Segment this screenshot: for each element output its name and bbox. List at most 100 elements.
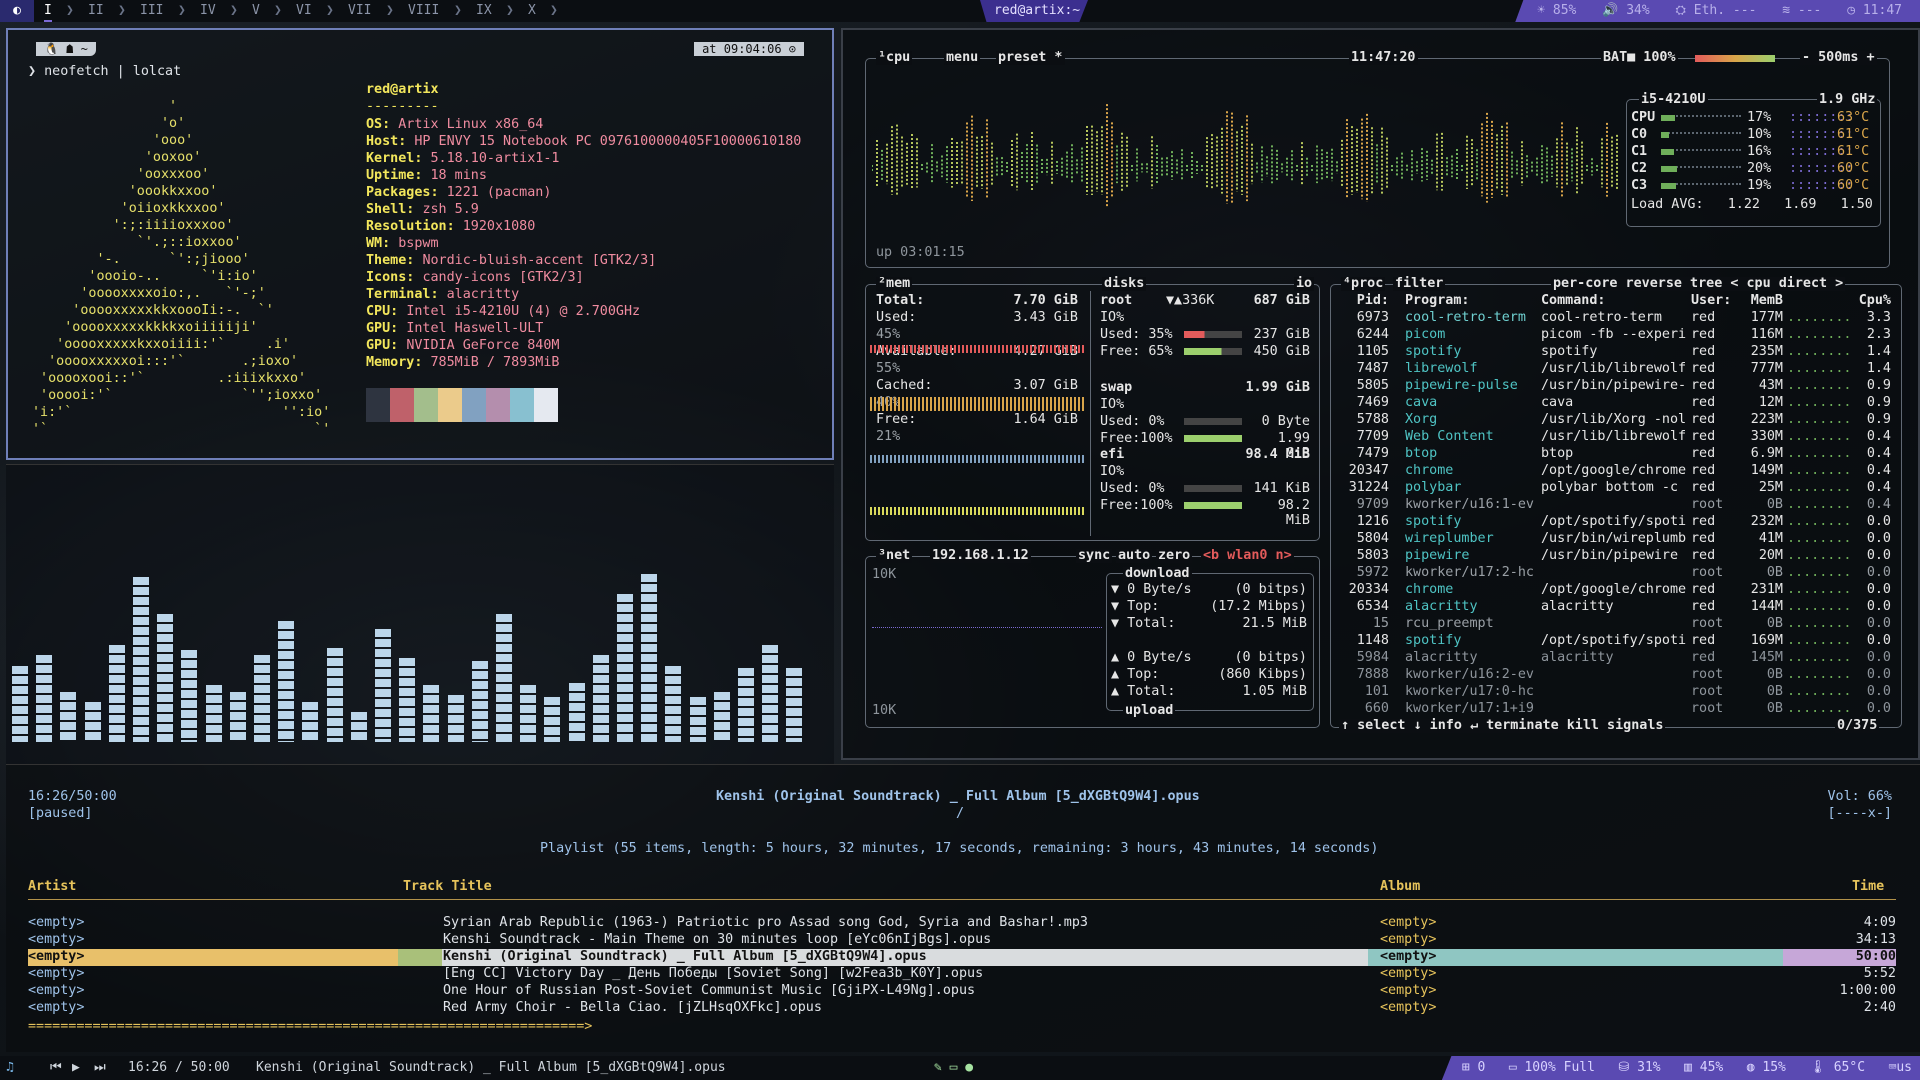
process-cell: 0B bbox=[1766, 616, 1783, 631]
playlist-column-header[interactable]: Album bbox=[1380, 879, 1420, 894]
workspace-7[interactable]: VII bbox=[348, 0, 371, 22]
neofetch-terminal[interactable]: 🐧 ☗ ~ at 09:04:06 ⊙ ❯ neofetch | lolcat … bbox=[6, 28, 834, 460]
info-value: HP ENVY 15 Notebook PC 0976100000405F100… bbox=[414, 134, 802, 149]
preset-button[interactable]: preset * bbox=[996, 51, 1065, 65]
info-key: WM: bbox=[366, 236, 399, 251]
process-row[interactable]: 15 rcu_preempt root 0B 0.0........ bbox=[1331, 616, 1891, 633]
net-label[interactable]: ³net bbox=[876, 549, 913, 563]
disks-label[interactable]: disks bbox=[1102, 277, 1147, 291]
proc-column-header[interactable]: MemB bbox=[1739, 293, 1783, 308]
volume-status[interactable]: 🔊 34% bbox=[1602, 3, 1650, 18]
mem-usage-graph bbox=[870, 397, 1084, 411]
workspace-3[interactable]: III bbox=[140, 0, 163, 22]
process-row[interactable]: 5805 pipewire-pulse/usr/bin/pipewire-red 4… bbox=[1331, 378, 1891, 395]
playlist-column-header[interactable]: Time bbox=[1852, 879, 1884, 894]
previous-button[interactable]: ⏮ bbox=[50, 1056, 62, 1080]
info-key: Memory: bbox=[366, 355, 431, 370]
playlist-row[interactable]: <empty> Kenshi Soundtrack - Main Theme on… bbox=[28, 932, 1896, 949]
workspace-10[interactable]: X bbox=[528, 0, 536, 22]
interval-control[interactable]: - 500ms + bbox=[1800, 51, 1877, 65]
playlist-row[interactable]: <empty> [Eng CC] Victory Day _ День Побед… bbox=[28, 966, 1896, 983]
playlist-row[interactable]: <empty> Red Army Choir - Bella Ciao. [jZL… bbox=[28, 1000, 1896, 1017]
visualizer-bar bbox=[326, 648, 343, 742]
ethernet-status[interactable]: ⛭ Eth. --- bbox=[1676, 3, 1757, 18]
process-row[interactable]: 6973 cool-retro-term cool-retro-term red 177… bbox=[1331, 310, 1891, 327]
zero-toggle[interactable]: zero bbox=[1156, 549, 1193, 563]
menu-logo-icon[interactable]: ◐ bbox=[0, 0, 34, 22]
process-row[interactable]: 6244 picom picom -fb --experi red 116M 2.3...… bbox=[1331, 327, 1891, 344]
process-row[interactable]: 7479 btop btop red 6.9M 0.4........ bbox=[1331, 446, 1891, 463]
proc-label[interactable]: ⁴proc bbox=[1341, 277, 1386, 291]
proc-footer[interactable]: ↑ select ↓ info ↵ terminate kill signals bbox=[1339, 719, 1666, 733]
proc-column-header[interactable]: User: bbox=[1691, 293, 1731, 308]
workspace-4[interactable]: IV bbox=[200, 0, 216, 22]
process-row[interactable]: 1148 spotify/opt/spotify/spoti red 169M 0.0.… bbox=[1331, 633, 1891, 650]
player-flags[interactable]: [----x-] bbox=[1828, 806, 1893, 821]
playlist-row-selected[interactable]: <empty> Kenshi (Original Soundtrack) _ Fu… bbox=[28, 949, 1896, 966]
music-player[interactable]: 16:26/50:00 [paused] Kenshi (Original So… bbox=[6, 764, 1920, 1052]
sync-toggle[interactable]: sync bbox=[1076, 549, 1113, 563]
song-progress-bar[interactable]: ========================================… bbox=[28, 1019, 592, 1034]
tray-icons[interactable]: ✎ ▭ ● bbox=[934, 1056, 973, 1080]
proc-options[interactable]: per-core reverse tree < cpu direct > bbox=[1551, 277, 1846, 291]
info-key: Terminal: bbox=[366, 287, 447, 302]
proc-column-header[interactable]: Cpu% bbox=[1841, 293, 1891, 308]
process-row[interactable]: 5972 kworker/u17:2-hc root 0B 0.0........ bbox=[1331, 565, 1891, 582]
process-cell: 177M bbox=[1750, 310, 1783, 325]
process-row[interactable]: 5803 pipewire/usr/bin/pipewire red 20M 0.0..… bbox=[1331, 548, 1891, 565]
io-toggle[interactable]: io bbox=[1294, 277, 1315, 291]
next-button[interactable]: ⏭ bbox=[94, 1056, 106, 1080]
process-row[interactable]: 20334 chrome/opt/google/chrome red 231M 0.0.… bbox=[1331, 582, 1891, 599]
interface-selector[interactable]: <b wlan0 n> bbox=[1201, 549, 1294, 563]
process-cpu-graph: ........ bbox=[1787, 497, 1852, 512]
proc-column-header[interactable]: Program: bbox=[1405, 293, 1535, 308]
brightness-status[interactable]: ☀ 85% bbox=[1537, 3, 1576, 18]
process-row[interactable]: 7709 Web Content/usr/lib/librewolf red 330M… bbox=[1331, 429, 1891, 446]
download-stat-label: ▼ 0 Byte/s bbox=[1111, 582, 1192, 597]
workspace-separator-icon: ❯ bbox=[178, 3, 186, 18]
menu-button[interactable]: menu bbox=[944, 51, 981, 65]
workspace-separator-icon: ❯ bbox=[230, 3, 238, 18]
clock[interactable]: ◷ 11:47 bbox=[1847, 3, 1902, 18]
process-row[interactable]: 9709 kworker/u16:1-ev root 0B 0.4........ bbox=[1331, 497, 1891, 514]
process-row[interactable]: 101 kworker/u17:0-hc root 0B 0.0........ bbox=[1331, 684, 1891, 701]
wifi-status[interactable]: ≋ --- bbox=[1782, 3, 1821, 18]
workspace-2[interactable]: II bbox=[88, 0, 104, 22]
process-row[interactable]: 7469 cava cava red 12M 0.9........ bbox=[1331, 395, 1891, 412]
process-row[interactable]: 7487 librewolf/usr/lib/librewolf red 777M 1.… bbox=[1331, 361, 1891, 378]
process-row[interactable]: 20347 chrome/opt/google/chrome red 149M 0.4.… bbox=[1331, 463, 1891, 480]
process-row[interactable]: 31224 polybar polybar bottom -c red 25M 0.4..… bbox=[1331, 480, 1891, 497]
process-cell: 1216 bbox=[1356, 514, 1389, 529]
play-button[interactable]: ▶ bbox=[72, 1056, 80, 1080]
playlist-column-header[interactable]: Artist bbox=[28, 879, 76, 894]
process-cell: 7487 bbox=[1356, 361, 1389, 376]
process-row[interactable]: 1105 spotify spotify red 235M 1.4........ bbox=[1331, 344, 1891, 361]
process-row[interactable]: 7888 kworker/u16:2-ev root 0B 0.0........ bbox=[1331, 667, 1891, 684]
cpu-label[interactable]: ¹cpu bbox=[876, 51, 913, 65]
process-row[interactable]: 5788 Xorg/usr/lib/Xorg -nol red 223M 0.9....… bbox=[1331, 412, 1891, 429]
process-cell: root bbox=[1691, 616, 1724, 631]
workspace-9[interactable]: IX bbox=[476, 0, 492, 22]
process-row[interactable]: 660 kworker/u17:1+i9 root 0B 0.0........ bbox=[1331, 701, 1891, 718]
volume-level[interactable]: Vol: 66% bbox=[1828, 789, 1893, 804]
auto-toggle[interactable]: auto bbox=[1116, 549, 1153, 563]
process-row[interactable]: 6534 alacritty alacritty red 144M 0.0........ bbox=[1331, 599, 1891, 616]
playlist-time: 50:00 bbox=[1855, 949, 1896, 964]
workspace-6[interactable]: VI bbox=[296, 0, 312, 22]
playlist-row[interactable]: <empty> One Hour of Russian Post-Soviet C… bbox=[28, 983, 1896, 1000]
workspace-1[interactable]: I bbox=[44, 0, 52, 22]
ascii-line: 'ooooi:'` `'';ioxxo' bbox=[32, 388, 323, 403]
process-row[interactable]: 5984 alacritty alacritty red 145M 0.0........ bbox=[1331, 650, 1891, 667]
process-row[interactable]: 5804 wireplumber/usr/bin/wireplumb red 41M 0… bbox=[1331, 531, 1891, 548]
info-divider: --------- bbox=[366, 99, 439, 114]
proc-column-header[interactable]: Pid: bbox=[1341, 293, 1389, 308]
filter-button[interactable]: filter bbox=[1393, 277, 1446, 291]
btop-monitor[interactable]: ¹cpu menu preset * 11:47:20 BAT■ 100% - … bbox=[841, 28, 1920, 760]
playlist-column-header[interactable]: Track Title bbox=[403, 879, 492, 894]
workspace-5[interactable]: V bbox=[252, 0, 260, 22]
process-row[interactable]: 1216 spotify/opt/spotify/spoti red 232M 0.0.… bbox=[1331, 514, 1891, 531]
proc-column-header[interactable]: Command: bbox=[1541, 293, 1691, 308]
mem-label[interactable]: ²mem bbox=[876, 277, 913, 291]
playlist-row[interactable]: <empty> Syrian Arab Republic (1963-) Patr… bbox=[28, 915, 1896, 932]
workspace-8[interactable]: VIII bbox=[408, 0, 439, 22]
